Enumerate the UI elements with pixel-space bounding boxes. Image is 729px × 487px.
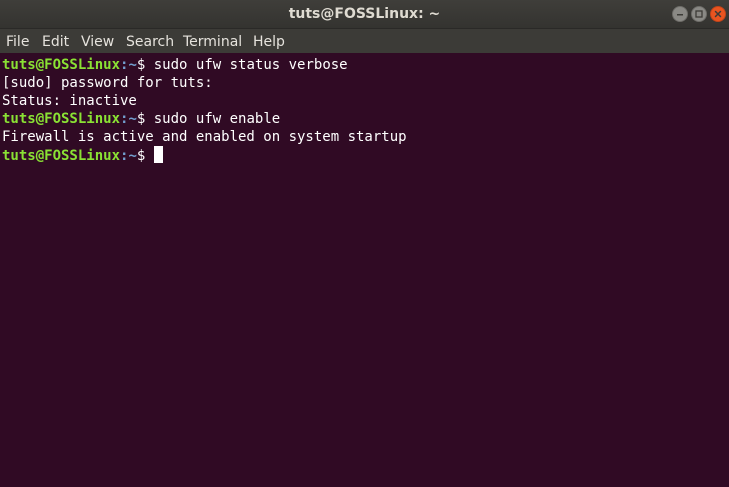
title-bar[interactable]: tuts@FOSSLinux: ~ — [0, 0, 729, 29]
terminal-line-output: Status: inactive — [2, 93, 137, 109]
menu-terminal[interactable]: Terminal — [183, 29, 242, 53]
close-button[interactable] — [710, 6, 726, 22]
terminal-line-prompt: tuts@FOSSLinux:~$ — [2, 146, 164, 164]
command-text: sudo ufw enable — [145, 111, 281, 127]
terminal-line-output: Firewall is active and enabled on system… — [2, 129, 407, 145]
prompt-path: :~ — [120, 111, 137, 127]
menu-help[interactable]: Help — [253, 29, 285, 53]
terminal-window: tuts@FOSSLinux: ~ File Edit View Search … — [0, 0, 729, 487]
prompt-path: :~ — [120, 57, 137, 73]
menu-search[interactable]: Search — [126, 29, 174, 53]
window-title: tuts@FOSSLinux: ~ — [288, 6, 441, 22]
terminal-output[interactable]: tuts@FOSSLinux:~$ sudo ufw status verbos… — [0, 53, 729, 487]
menu-view[interactable]: View — [81, 29, 114, 53]
terminal-line-output: [sudo] password for tuts: — [2, 75, 213, 91]
prompt-user: tuts@FOSSLinux — [2, 111, 121, 127]
menu-edit[interactable]: Edit — [42, 29, 69, 53]
prompt-user: tuts@FOSSLinux — [2, 148, 121, 164]
prompt-symbol: $ — [136, 148, 146, 164]
text-cursor — [154, 146, 164, 163]
menu-bar: File Edit View Search Terminal Help — [0, 29, 729, 53]
maximize-button[interactable] — [691, 6, 707, 22]
prompt-user: tuts@FOSSLinux — [2, 57, 121, 73]
prompt-path: :~ — [120, 148, 137, 164]
minimize-button[interactable] — [672, 6, 688, 22]
maximize-icon — [695, 10, 703, 18]
minimize-icon — [677, 14, 683, 16]
command-text: sudo ufw status verbose — [145, 57, 348, 73]
close-icon — [714, 10, 722, 18]
terminal-line-command: tuts@FOSSLinux:~$ sudo ufw status verbos… — [2, 56, 348, 74]
terminal-line-command: tuts@FOSSLinux:~$ sudo ufw enable — [2, 110, 280, 128]
menu-file[interactable]: File — [6, 29, 29, 53]
